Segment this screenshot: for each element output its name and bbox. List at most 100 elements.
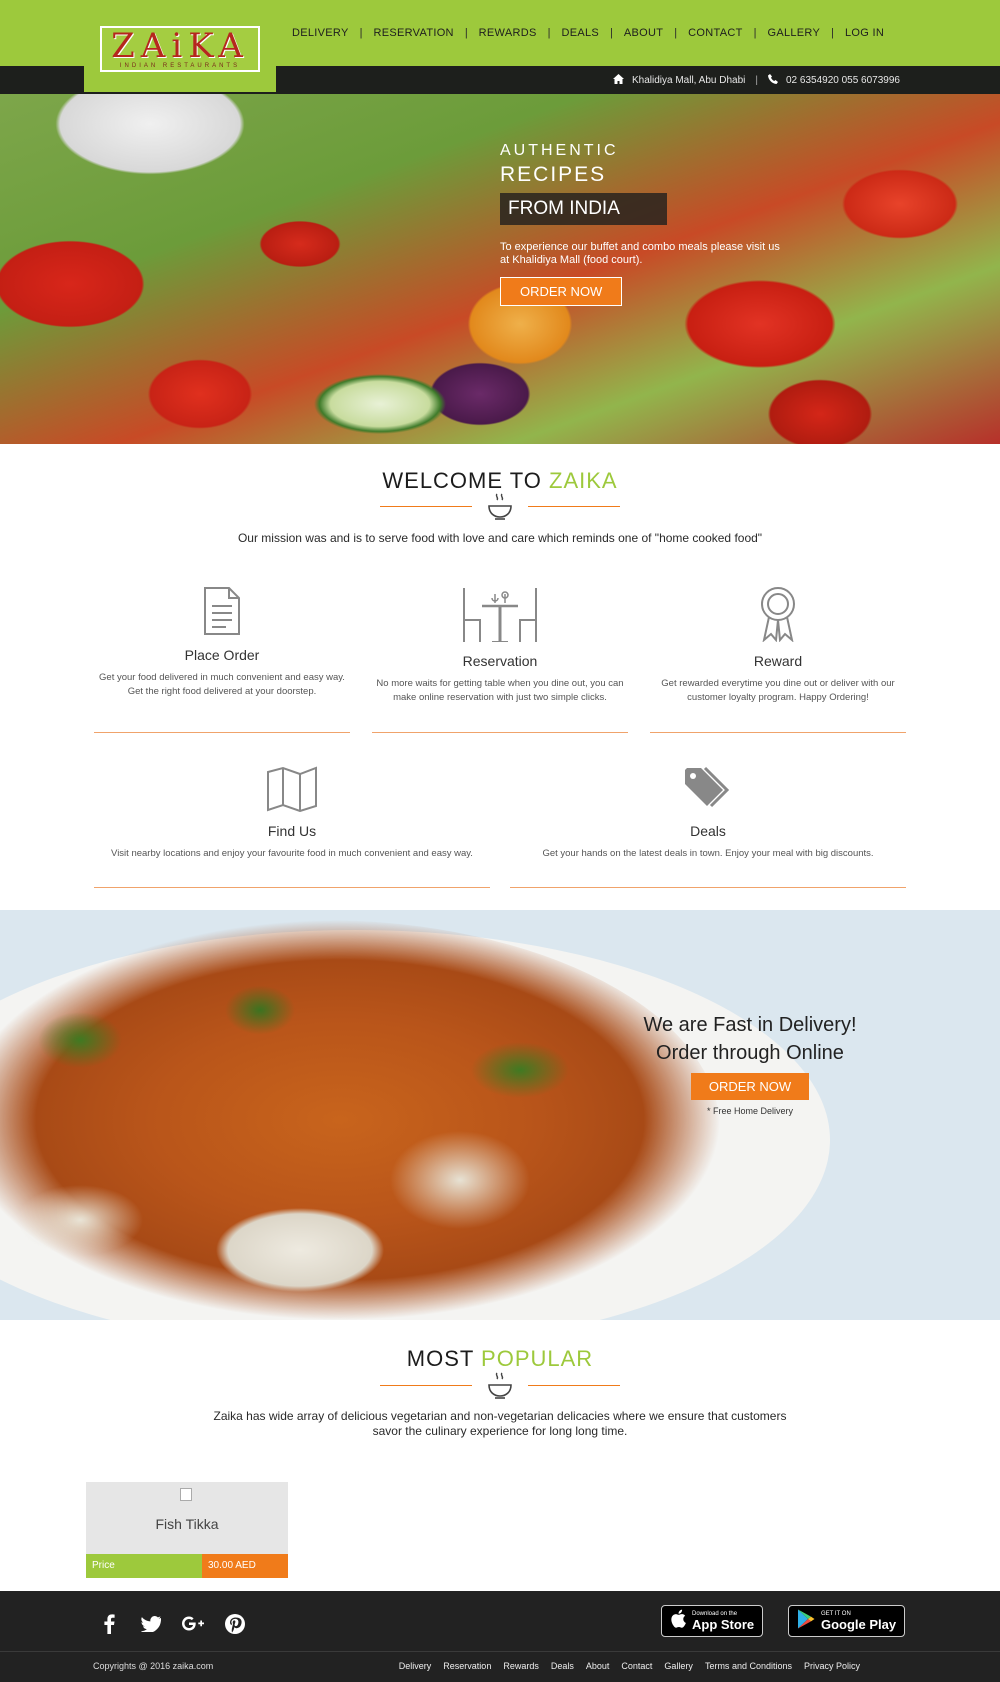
app-store-big-text: App Store [692,1616,755,1632]
twitter-icon[interactable] [140,1613,162,1635]
delivery-subheadline: Order through Online [656,1042,844,1064]
footer-link-rewards[interactable]: Rewards [503,1661,539,1671]
home-icon [612,73,624,87]
phone-numbers[interactable]: 02 6354920 055 6073996 [786,75,900,86]
nav-separator: | [674,27,678,39]
footer-link-about[interactable]: About [586,1661,610,1671]
feature-description: No more waits for getting table when you… [376,678,624,703]
footer-link-terms[interactable]: Terms and Conditions [705,1661,792,1671]
delivery-headline: We are Fast in Delivery! [643,1014,857,1036]
nav-separator: | [547,27,551,39]
popular-title-a: MOST [406,1346,482,1371]
bowl-icon [488,492,512,525]
bowl-icon [488,1371,512,1404]
hero-text: AUTHENTIC RECIPES FROM INDIA To experien… [500,142,780,306]
app-store-badge[interactable]: Download on the App Store [661,1605,764,1637]
nav-rewards[interactable]: REWARDS [479,27,537,39]
hero-order-now-button[interactable]: ORDER NOW [500,277,623,306]
logo-subtitle: INDIAN RESTAURANTS [119,63,241,69]
popular-title-b: POPULAR [481,1346,594,1371]
document-icon [94,586,350,641]
product-name: Fish Tikka [155,1516,219,1532]
welcome-divider [380,492,620,522]
dining-table-icon [372,586,628,647]
footer-divider [0,1651,1000,1652]
footer-link-contact[interactable]: Contact [621,1661,652,1671]
logo-title: ZAiKA [111,26,249,66]
footer-link-deals[interactable]: Deals [551,1661,574,1671]
footer-link-gallery[interactable]: Gallery [664,1661,693,1671]
free-delivery-note: * Free Home Delivery [706,1106,794,1116]
nav-separator: | [831,27,834,39]
award-ribbon-icon [650,586,906,647]
feature-description: Get your hands on the latest deals in to… [542,848,874,859]
welcome-title-b: ZAIKA [549,468,618,493]
feature-reservation[interactable]: Reservation No more waits for getting ta… [372,586,628,733]
price-label: Price [86,1554,202,1578]
feature-description: Get your food delivered in much convenie… [99,672,345,697]
hero-authentic: AUTHENTIC [500,142,619,159]
main-nav: DELIVERY | RESERVATION | REWARDS | DEALS… [292,27,884,39]
nav-login[interactable]: LOG IN [845,27,884,39]
apple-icon [670,1609,686,1633]
welcome-title-a: WELCOME TO [382,468,550,493]
nav-gallery[interactable]: GALLERY [767,27,820,39]
nav-delivery[interactable]: DELIVERY [292,27,349,39]
nav-deals[interactable]: DEALS [561,27,599,39]
welcome-mission: Our mission was and is to serve food wit… [237,531,763,545]
nav-separator: | [359,27,363,39]
location-text: Khalidiya Mall, Abu Dhabi [631,74,746,86]
popular-divider [380,1371,620,1401]
logo-container: ZAiKA INDIAN RESTAURANTS [84,16,276,92]
info-separator: | [755,74,758,86]
feature-find-us[interactable]: Find Us Visit nearby locations and enjoy… [94,766,490,888]
welcome-title: WELCOME TO ZAIKA [0,468,1000,494]
feature-title: Place Order [184,647,260,663]
google-play-big-text: Google Play [821,1616,897,1632]
footer-link-delivery[interactable]: Delivery [399,1661,432,1671]
footer: Download on the App Store GET IT ON Goog… [0,1591,1000,1682]
feature-reward[interactable]: Reward Get rewarded everytime you dine o… [650,586,906,733]
delivery-text: We are Fast in Delivery! Order through O… [640,1014,860,1116]
hero-description: To experience our buffet and combo meals… [500,241,780,266]
footer-link-reservation[interactable]: Reservation [443,1661,491,1671]
copyright-text: Copyrights @ 2016 zaika.com [93,1661,214,1671]
nav-reservation[interactable]: RESERVATION [373,27,453,39]
google-play-badge[interactable]: GET IT ON Google Play [788,1605,906,1637]
play-store-icon [797,1609,815,1634]
nav-separator: | [753,27,757,39]
hero-recipes: RECIPES [500,163,607,186]
product-card[interactable]: Fish Tikka Price 30.00 AED [86,1482,288,1578]
feature-description: Get rewarded everytime you dine out or d… [661,678,895,703]
nav-contact[interactable]: CONTACT [688,27,742,39]
feature-title: Reservation [462,653,538,669]
popular-title: MOST POPULAR [0,1346,1000,1372]
hero-banner: AUTHENTIC RECIPES FROM INDIA To experien… [0,94,1000,444]
social-links [98,1613,266,1635]
footer-links: Delivery Reservation Rewards Deals About… [387,1661,860,1671]
nav-separator: | [464,27,468,39]
nav-about[interactable]: ABOUT [624,27,663,39]
pinterest-icon[interactable] [224,1613,246,1635]
delivery-banner: We are Fast in Delivery! Order through O… [0,910,1000,1320]
popular-description: Zaika has wide array of delicious vegeta… [213,1409,787,1438]
feature-title: Deals [690,823,726,839]
feature-deals[interactable]: Deals Get your hands on the latest deals… [510,766,906,888]
phone-icon [767,73,778,87]
feature-title: Reward [753,653,803,669]
delivery-order-now-button[interactable]: ORDER NOW [690,1073,810,1100]
facebook-icon[interactable] [98,1613,120,1635]
google-plus-icon[interactable] [182,1613,204,1635]
price-value: 30.00 AED [202,1554,288,1578]
nav-separator: | [610,27,613,39]
broken-image-icon [180,1488,192,1501]
hero-from-india: FROM INDIA [500,193,667,225]
footer-link-privacy[interactable]: Privacy Policy [804,1661,860,1671]
feature-place-order[interactable]: Place Order Get your food delivered in m… [94,586,350,733]
feature-title: Find Us [267,823,317,839]
feature-description: Visit nearby locations and enjoy your fa… [111,848,473,859]
logo[interactable]: ZAiKA INDIAN RESTAURANTS [100,26,260,72]
tag-icon [510,766,906,817]
map-icon [94,766,490,817]
price-row: Price 30.00 AED [86,1554,288,1578]
